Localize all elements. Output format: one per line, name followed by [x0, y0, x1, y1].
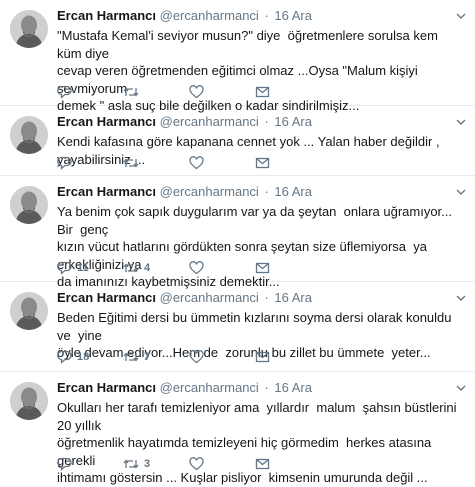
- envelope-icon: [255, 86, 270, 98]
- reply-icon: [57, 350, 72, 364]
- retweet-icon: [123, 87, 139, 97]
- tweet-date[interactable]: 16 Ara: [274, 114, 312, 129]
- tweet-timeline: Ercan Harmancı @ercanharmanci · 16 Ara "…: [0, 0, 475, 485]
- dm-button[interactable]: [255, 457, 321, 471]
- reply-button[interactable]: 18: [57, 350, 123, 364]
- like-button[interactable]: [189, 457, 255, 471]
- avatar[interactable]: [10, 116, 48, 154]
- tweet[interactable]: Ercan Harmancı @ercanharmanci · 16 Ara O…: [0, 372, 475, 485]
- envelope-icon: [255, 262, 270, 274]
- reply-icon: [57, 261, 72, 275]
- separator: ·: [264, 114, 269, 129]
- retweet-button[interactable]: 4: [123, 261, 189, 275]
- dm-button[interactable]: [255, 85, 321, 99]
- heart-icon: [189, 85, 204, 99]
- dm-button[interactable]: [255, 350, 321, 364]
- author-handle[interactable]: @ercanharmanci: [160, 114, 259, 129]
- author-handle[interactable]: @ercanharmanci: [160, 290, 259, 305]
- envelope-icon: [255, 351, 270, 363]
- separator: ·: [264, 290, 269, 305]
- tweet-text: Ya benim çok sapık duygularım var ya da …: [57, 204, 453, 289]
- tweet-date[interactable]: 16 Ara: [274, 290, 312, 305]
- retweet-button[interactable]: 7: [123, 350, 189, 364]
- avatar[interactable]: [10, 382, 48, 420]
- retweet-icon: [123, 158, 139, 168]
- reply-count: 18: [77, 351, 90, 363]
- heart-icon: [189, 457, 204, 471]
- retweet-count: 3: [144, 458, 151, 470]
- tweet-actions: 11 4: [57, 260, 321, 276]
- author-name[interactable]: Ercan Harmancı: [57, 114, 156, 129]
- tweet-header: Ercan Harmancı @ercanharmanci · 16 Ara: [57, 184, 461, 200]
- tweet[interactable]: Ercan Harmancı @ercanharmanci · 16 Ara Y…: [0, 176, 475, 289]
- author-name[interactable]: Ercan Harmancı: [57, 380, 156, 395]
- tweet-header: Ercan Harmancı @ercanharmanci · 16 Ara: [57, 8, 461, 24]
- tweet-actions: 3: [57, 456, 321, 472]
- heart-icon: [189, 156, 204, 170]
- dm-button[interactable]: [255, 156, 321, 170]
- reply-icon: [57, 156, 72, 170]
- retweet-count: 7: [144, 351, 151, 363]
- envelope-icon: [255, 458, 270, 470]
- retweet-count: 4: [144, 262, 151, 274]
- tweet-text: Okulları her tarafı temizleniyor ama yıl…: [57, 400, 457, 485]
- retweet-button[interactable]: 3: [123, 457, 189, 471]
- author-name[interactable]: Ercan Harmancı: [57, 8, 156, 23]
- author-handle[interactable]: @ercanharmanci: [160, 380, 259, 395]
- tweet[interactable]: Ercan Harmancı @ercanharmanci · 16 Ara K…: [0, 106, 475, 176]
- tweet-date[interactable]: 16 Ara: [274, 8, 312, 23]
- tweet-actions: 18 7: [57, 349, 321, 365]
- reply-button[interactable]: [57, 457, 123, 471]
- tweet-actions: [57, 84, 321, 100]
- heart-icon: [189, 350, 204, 364]
- author-handle[interactable]: @ercanharmanci: [160, 184, 259, 199]
- reply-button[interactable]: [57, 156, 123, 170]
- retweet-icon: [123, 263, 139, 273]
- tweet-date[interactable]: 16 Ara: [274, 380, 312, 395]
- heart-icon: [189, 261, 204, 275]
- reply-button[interactable]: 11: [57, 261, 123, 275]
- tweet-header: Ercan Harmancı @ercanharmanci · 16 Ara: [57, 290, 461, 306]
- reply-button[interactable]: [57, 85, 123, 99]
- tweet-header: Ercan Harmancı @ercanharmanci · 16 Ara: [57, 380, 461, 396]
- tweet[interactable]: Ercan Harmancı @ercanharmanci · 16 Ara B…: [0, 282, 475, 372]
- reply-icon: [57, 457, 72, 471]
- retweet-icon: [123, 352, 139, 362]
- separator: ·: [264, 380, 269, 395]
- avatar[interactable]: [10, 10, 48, 48]
- retweet-button[interactable]: [123, 156, 189, 170]
- avatar[interactable]: [10, 186, 48, 224]
- author-handle[interactable]: @ercanharmanci: [160, 8, 259, 23]
- like-button[interactable]: [189, 156, 255, 170]
- like-button[interactable]: [189, 85, 255, 99]
- tweet-actions: [57, 155, 321, 171]
- reply-count: 11: [77, 262, 89, 274]
- separator: ·: [264, 8, 269, 23]
- like-button[interactable]: [189, 350, 255, 364]
- retweet-button[interactable]: [123, 85, 189, 99]
- tweet-date[interactable]: 16 Ara: [274, 184, 312, 199]
- reply-icon: [57, 85, 72, 99]
- author-name[interactable]: Ercan Harmancı: [57, 290, 156, 305]
- envelope-icon: [255, 157, 270, 169]
- tweet[interactable]: Ercan Harmancı @ercanharmanci · 16 Ara "…: [0, 0, 475, 113]
- separator: ·: [264, 184, 269, 199]
- dm-button[interactable]: [255, 261, 321, 275]
- author-name[interactable]: Ercan Harmancı: [57, 184, 156, 199]
- tweet-header: Ercan Harmancı @ercanharmanci · 16 Ara: [57, 114, 461, 130]
- avatar[interactable]: [10, 292, 48, 330]
- tweet-text: "Mustafa Kemal'i seviyor musun?" diye öğ…: [57, 28, 438, 113]
- retweet-icon: [123, 459, 139, 469]
- like-button[interactable]: [189, 261, 255, 275]
